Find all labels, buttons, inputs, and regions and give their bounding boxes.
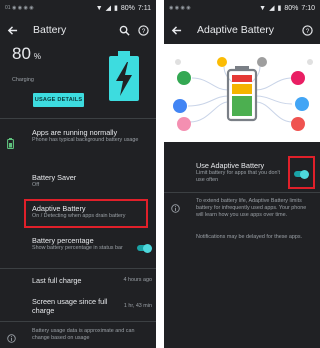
battery-saver-subtitle: Off — [32, 182, 40, 188]
use-adaptive-battery-subtitle: Limit battery for apps that you don't us… — [196, 170, 281, 183]
screen-usage-row: Screen usage since full charge 1 hr, 43 … — [32, 297, 154, 315]
use-adaptive-battery-title: Use Adaptive Battery — [196, 161, 265, 170]
battery-screen: 01 ◉ ◉ ◉ ◉ ▼ ◢ ▮ 80% 7:11 Battery ? 80% … — [0, 0, 156, 348]
apps-normal-row[interactable]: Apps are running normally Phone has typi… — [32, 128, 154, 144]
help-icon[interactable]: ? — [301, 24, 314, 37]
battery-percentage-subtitle: Show battery percentage in status bar — [32, 245, 123, 251]
signal-icon: ◢ — [269, 5, 275, 12]
toolbar: Battery ? — [0, 16, 156, 44]
adaptive-battery-title: Adaptive Battery — [32, 204, 86, 213]
divider — [0, 321, 156, 322]
page-title: Adaptive Battery — [197, 24, 275, 36]
info-icon — [7, 330, 16, 348]
apps-normal-subtitle: Phone has typical background battery usa… — [32, 137, 139, 143]
adaptive-info-text: To extend battery life, Adaptive Battery… — [196, 198, 312, 219]
svg-text:?: ? — [306, 27, 310, 34]
divider — [0, 118, 156, 119]
adaptive-battery-row[interactable]: Adaptive Battery On / Detecting when app… — [32, 204, 146, 220]
last-full-charge-value: 4 hours ago — [123, 277, 152, 283]
last-full-charge-label: Last full charge — [32, 276, 82, 285]
battery-percent: 80% — [120, 4, 135, 12]
use-adaptive-battery-row[interactable]: Use Adaptive Battery Limit battery for a… — [196, 161, 288, 184]
page-title: Battery — [33, 24, 67, 36]
toolbar: Adaptive Battery ? — [164, 16, 320, 44]
charging-bolt-icon — [106, 50, 142, 107]
battery-percentage-toggle[interactable] — [137, 243, 152, 253]
back-arrow-icon[interactable] — [170, 24, 183, 37]
usage-footer-text: Battery usage data is approximate and ca… — [32, 328, 135, 341]
clock: 7:10 — [301, 4, 315, 12]
wifi-icon: ▼ — [259, 4, 267, 12]
battery-icon: ▮ — [277, 5, 282, 12]
charging-text: Charging — [12, 77, 34, 83]
usage-footer: Battery usage data is approximate and ca… — [32, 328, 152, 342]
signal-icon: ◢ — [105, 5, 112, 12]
charging-status: Charging — [12, 68, 102, 86]
status-notifications: 01 ◉ ◉ ◉ ◉ — [5, 5, 34, 11]
battery-level-value: 80 — [12, 44, 31, 63]
battery-icon: ▮ — [114, 5, 118, 12]
status-bar: 01 ◉ ◉ ◉ ◉ ▼ ◢ ▮ 80% 7:11 — [0, 0, 156, 16]
adaptive-info-paragraph: To extend battery life, Adaptive Battery… — [196, 198, 307, 218]
adaptive-battery-subtitle: On / Detecting when apps drain battery — [32, 213, 126, 219]
notification-delay-text: Notifications may be delayed for these a… — [196, 234, 312, 241]
usage-details-button[interactable]: USAGE DETAILS — [33, 93, 84, 107]
clock: 7:11 — [137, 4, 151, 12]
battery-level-unit: % — [33, 52, 42, 61]
wifi-icon: ▼ — [95, 4, 103, 12]
screen-usage-value: 1 hr, 43 min — [123, 302, 152, 309]
toggle-knob — [143, 243, 152, 253]
apps-normal-title: Apps are running normally — [32, 128, 118, 137]
battery-level: 80% — [12, 44, 102, 64]
info-icon — [171, 200, 180, 218]
adaptive-battery-illustration — [164, 44, 320, 142]
search-icon[interactable] — [118, 24, 131, 37]
battery-saver-row[interactable]: Battery Saver Off — [32, 173, 154, 189]
divider — [164, 192, 320, 193]
status-notifications: ◉ ◉ ◉ ◉ — [169, 5, 191, 11]
divider — [0, 268, 156, 269]
battery-saver-title: Battery Saver — [32, 173, 77, 182]
battery-percentage-title: Battery percentage — [32, 236, 94, 245]
battery-percent: 80% — [284, 4, 299, 12]
back-arrow-icon[interactable] — [6, 24, 19, 37]
battery-ok-icon — [7, 136, 14, 154]
notification-delay-paragraph: Notifications may be delayed for these a… — [196, 234, 303, 240]
battery-apps-diagram — [173, 57, 313, 131]
last-full-charge-row: Last full charge 4 hours ago — [32, 276, 154, 285]
battery-percentage-row[interactable]: Battery percentage Show battery percenta… — [32, 236, 132, 252]
adaptive-battery-screen: ◉ ◉ ◉ ◉ ▼ ◢ ▮ 80% 7:10 Adaptive Battery … — [164, 0, 320, 348]
status-bar: ◉ ◉ ◉ ◉ ▼ ◢ ▮ 80% 7:10 — [164, 0, 320, 16]
toggle-knob — [300, 169, 309, 179]
screen-usage-label: Screen usage since full charge — [32, 297, 108, 315]
help-icon[interactable]: ? — [137, 24, 150, 37]
svg-text:?: ? — [142, 27, 146, 34]
adaptive-battery-toggle[interactable] — [294, 169, 309, 179]
